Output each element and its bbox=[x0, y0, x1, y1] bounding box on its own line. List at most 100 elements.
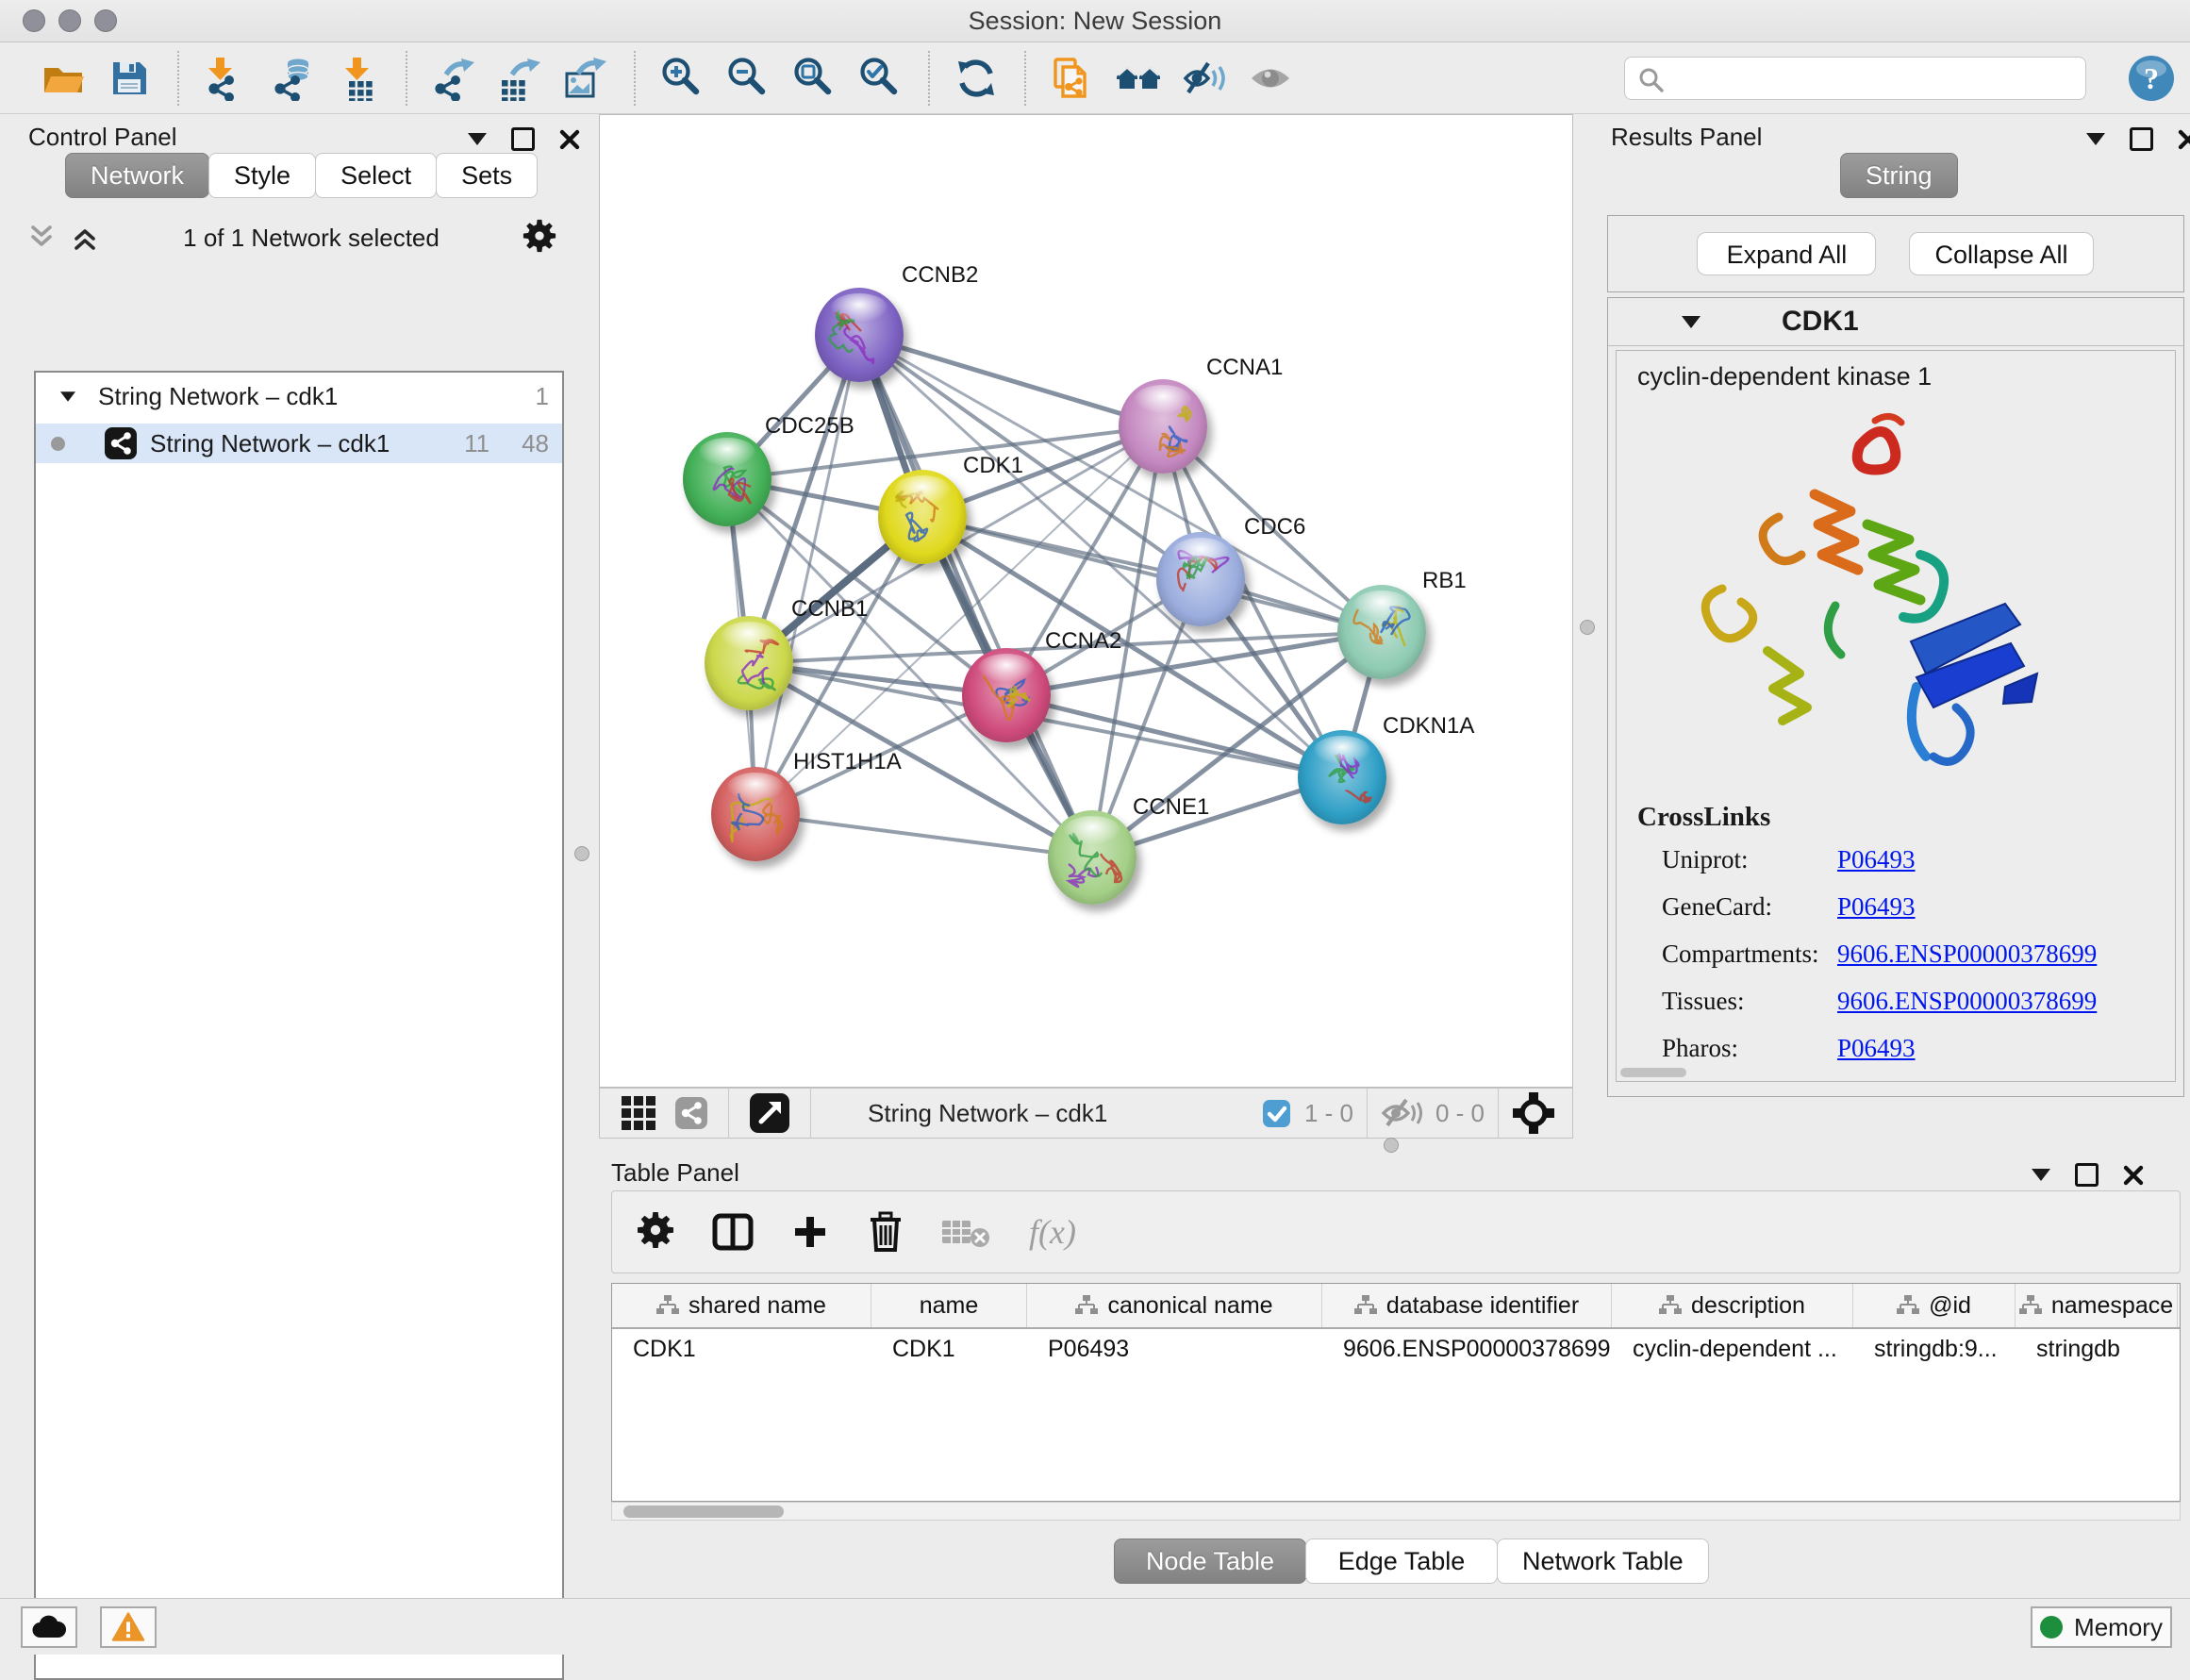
save-session-button[interactable] bbox=[102, 51, 157, 106]
tab-network[interactable]: Network bbox=[65, 153, 209, 198]
table-panel-float-icon[interactable] bbox=[2075, 1163, 2099, 1187]
export-network-button[interactable] bbox=[426, 51, 481, 106]
table-cell[interactable]: cyclin-dependent ... bbox=[1612, 1336, 1853, 1363]
table-panel-title: Table Panel bbox=[611, 1158, 739, 1188]
show-all-button[interactable] bbox=[1243, 51, 1298, 106]
memory-button[interactable]: Memory bbox=[2031, 1606, 2172, 1648]
node-label-CCNA2: CCNA2 bbox=[1045, 628, 1121, 655]
collection-expander-icon[interactable] bbox=[60, 391, 75, 401]
hide-selected-button[interactable] bbox=[1177, 51, 1232, 106]
show-columns-icon[interactable] bbox=[712, 1211, 754, 1253]
zoom-out-button[interactable] bbox=[721, 51, 775, 106]
results-panel-float-icon[interactable] bbox=[2130, 127, 2153, 151]
selected-checkbox-icon[interactable] bbox=[1262, 1099, 1291, 1128]
control-panel-float-icon[interactable] bbox=[511, 127, 535, 151]
crosslink-link[interactable]: P06493 bbox=[1837, 892, 1916, 922]
hidden-node-edge-counts: 0 - 0 bbox=[1435, 1099, 1485, 1128]
expand-all-button[interactable]: Expand All bbox=[1697, 232, 1876, 275]
column-header-database-identifier[interactable]: database identifier bbox=[1322, 1284, 1612, 1327]
column-header-name[interactable]: name bbox=[871, 1284, 1027, 1327]
network-node-CDKN1A[interactable] bbox=[1298, 730, 1386, 824]
network-canvas[interactable]: CCNB2CCNA1CDC25BCDK1CDC6RB1CCNB1CCNA2CDK… bbox=[599, 114, 1573, 1088]
table-panel-menu-icon[interactable] bbox=[2032, 1169, 2050, 1181]
help-button[interactable]: ? bbox=[2124, 51, 2179, 106]
network-node-CDC6[interactable] bbox=[1156, 532, 1245, 626]
column-header-description[interactable]: description bbox=[1612, 1284, 1853, 1327]
horizontal-splitter-handle[interactable] bbox=[1384, 1138, 1399, 1153]
collapse-all-button[interactable]: Collapse All bbox=[1909, 232, 2093, 275]
import-network-file-button[interactable] bbox=[198, 51, 253, 106]
column-header-namespace[interactable]: namespace bbox=[2016, 1284, 2178, 1327]
network-node-HIST1H1A[interactable] bbox=[711, 767, 800, 861]
gene-section-header[interactable]: CDK1 bbox=[1608, 298, 2183, 346]
table-panel-close-icon[interactable] bbox=[2123, 1165, 2144, 1186]
crosslink-link[interactable]: P06493 bbox=[1837, 1034, 1916, 1063]
tab-node-table[interactable]: Node Table bbox=[1114, 1539, 1306, 1584]
crosslink-label: Tissues: bbox=[1662, 987, 1837, 1016]
network-options-gear-icon[interactable] bbox=[523, 219, 556, 258]
tab-style[interactable]: Style bbox=[208, 153, 316, 198]
search-input[interactable] bbox=[1624, 57, 2086, 100]
delete-columns-icon[interactable] bbox=[867, 1211, 904, 1253]
open-in-window-icon[interactable] bbox=[750, 1093, 789, 1133]
network-node-CCNB2[interactable] bbox=[815, 288, 904, 382]
network-node-CCNA2[interactable] bbox=[962, 648, 1051, 742]
table-cell[interactable]: 9606.ENSP00000378699 bbox=[1322, 1336, 1612, 1363]
birdseye-grid-icon[interactable] bbox=[621, 1095, 656, 1131]
create-column-icon[interactable] bbox=[791, 1213, 829, 1251]
network-row[interactable]: String Network – cdk1 11 48 bbox=[36, 424, 562, 463]
table-cell[interactable]: stringdb:9... bbox=[1853, 1336, 2016, 1363]
table-cell[interactable]: CDK1 bbox=[871, 1336, 1027, 1363]
crosslink-link[interactable]: 9606.ENSP00000378699 bbox=[1837, 940, 2097, 969]
fit-content-button[interactable] bbox=[787, 51, 841, 106]
network-node-CCNA1[interactable] bbox=[1119, 379, 1207, 474]
tab-string[interactable]: String bbox=[1840, 153, 1958, 198]
tab-select[interactable]: Select bbox=[315, 153, 437, 198]
right-splitter-handle[interactable] bbox=[1580, 620, 1595, 635]
open-session-button[interactable] bbox=[36, 51, 91, 106]
network-node-CCNE1[interactable] bbox=[1048, 810, 1136, 905]
main-toolbar: ? bbox=[0, 42, 2190, 114]
zoom-in-button[interactable] bbox=[655, 51, 709, 106]
network-node-RB1[interactable] bbox=[1337, 585, 1426, 679]
table-options-gear-icon[interactable] bbox=[637, 1211, 674, 1254]
column-header-canonical-name[interactable]: canonical name bbox=[1027, 1284, 1322, 1327]
network-node-CDK1[interactable] bbox=[878, 470, 967, 564]
cloud-button[interactable] bbox=[21, 1606, 77, 1648]
left-splitter-handle[interactable] bbox=[574, 846, 589, 861]
string-homes-button[interactable] bbox=[1111, 51, 1166, 106]
crosslink-link[interactable]: P06493 bbox=[1837, 845, 1916, 874]
warning-button[interactable] bbox=[100, 1606, 157, 1648]
crosslink-link[interactable]: 9606.ENSP00000378699 bbox=[1837, 987, 2097, 1016]
results-panel-menu-icon[interactable] bbox=[2086, 133, 2105, 145]
expand-all-icon[interactable] bbox=[72, 225, 100, 250]
import-table-button[interactable] bbox=[330, 51, 385, 106]
network-node-CCNB1[interactable] bbox=[705, 616, 793, 710]
table-cell[interactable]: P06493 bbox=[1027, 1336, 1322, 1363]
refresh-network-button[interactable] bbox=[949, 51, 1004, 106]
clone-network-button[interactable] bbox=[1045, 51, 1100, 106]
network-type-icon[interactable] bbox=[675, 1097, 707, 1129]
results-panel-close-icon[interactable] bbox=[2178, 129, 2190, 150]
node-table: shared namenamecanonical namedatabase id… bbox=[611, 1283, 2181, 1502]
network-collection-row[interactable]: String Network – cdk1 1 bbox=[36, 373, 562, 414]
tab-sets[interactable]: Sets bbox=[436, 153, 538, 198]
table-cell[interactable]: stringdb bbox=[2016, 1336, 2178, 1363]
column-header--id[interactable]: @id bbox=[1853, 1284, 2016, 1327]
control-panel-close-icon[interactable] bbox=[559, 129, 580, 150]
export-table-button[interactable] bbox=[492, 51, 547, 106]
fit-selected-crosshair-icon[interactable] bbox=[1512, 1091, 1555, 1135]
control-panel-menu-icon[interactable] bbox=[468, 133, 487, 145]
table-cell[interactable]: CDK1 bbox=[612, 1336, 871, 1363]
network-node-CDC25B[interactable] bbox=[683, 432, 771, 526]
zoom-selected-button[interactable] bbox=[853, 51, 907, 106]
import-network-database-button[interactable] bbox=[264, 51, 319, 106]
results-hscroll-thumb[interactable] bbox=[1620, 1068, 1686, 1077]
export-image-button[interactable] bbox=[558, 51, 613, 106]
table-hscroll-thumb[interactable] bbox=[623, 1505, 784, 1518]
collapse-all-icon[interactable] bbox=[28, 225, 57, 250]
column-header-shared-name[interactable]: shared name bbox=[612, 1284, 871, 1327]
tab-edge-table[interactable]: Edge Table bbox=[1305, 1539, 1498, 1584]
tab-network-table[interactable]: Network Table bbox=[1497, 1539, 1709, 1584]
gene-expander-icon[interactable] bbox=[1682, 316, 1701, 328]
